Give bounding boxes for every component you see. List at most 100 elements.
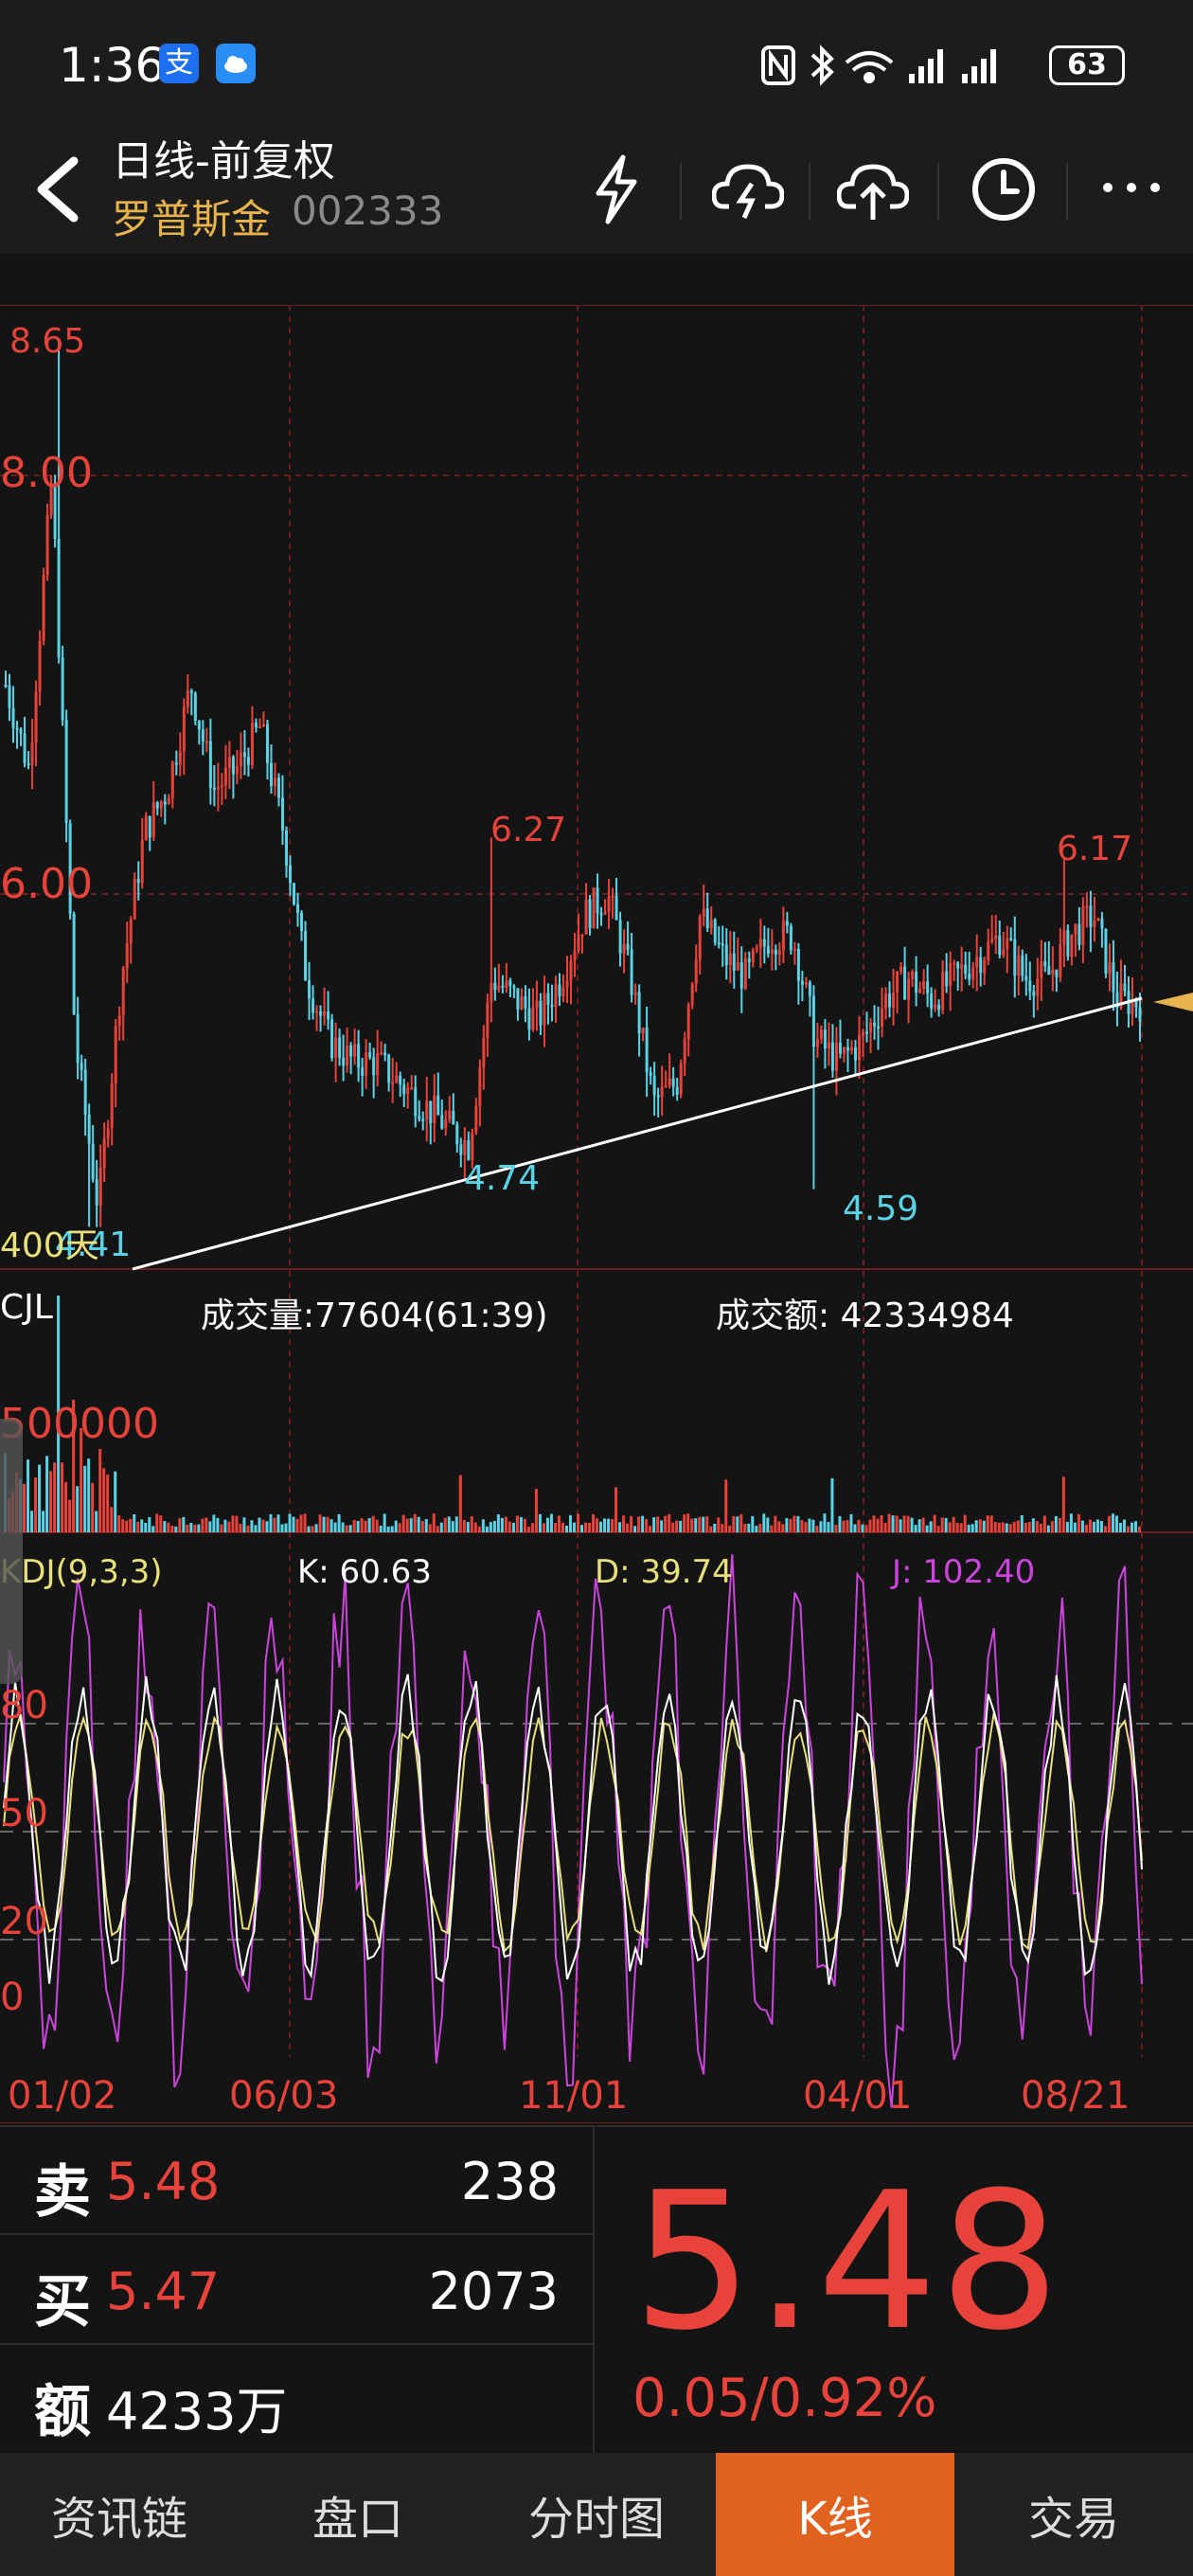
sell-price[interactable]: 5.48 — [106, 2152, 220, 2211]
candle-body — [418, 1116, 421, 1119]
candle-body — [265, 724, 269, 763]
volume-bar — [500, 1517, 504, 1532]
candle-body — [327, 1011, 330, 1020]
volume-bar — [341, 1522, 345, 1532]
candle-body — [896, 972, 899, 993]
cloud-download-icon[interactable] — [712, 157, 784, 224]
candle-body — [907, 978, 911, 1000]
clock-icon[interactable] — [968, 153, 1040, 225]
volume-bar — [167, 1522, 170, 1532]
more-icon[interactable] — [1098, 176, 1165, 199]
candle-body — [774, 949, 777, 955]
divider — [0, 2343, 593, 2345]
candle-body — [611, 895, 614, 898]
buy-price[interactable]: 5.47 — [106, 2262, 220, 2321]
candle-body — [953, 962, 956, 965]
volume-bar — [1088, 1519, 1092, 1532]
candle-body — [766, 946, 770, 954]
candle-body — [1028, 980, 1032, 992]
volume-bar — [428, 1524, 432, 1532]
volume-bar — [235, 1515, 239, 1532]
volume-bar — [208, 1521, 212, 1532]
candle-body — [395, 1075, 399, 1082]
candle-body — [815, 1039, 819, 1047]
signal-icon-1 — [909, 49, 943, 83]
tab-0[interactable]: 资讯链 — [0, 2453, 239, 2576]
volume-bar — [1001, 1522, 1005, 1532]
chart-scroll-handle[interactable] — [0, 1419, 23, 1684]
header-divider — [937, 163, 939, 220]
volume-bar — [808, 1518, 811, 1532]
candle-body — [242, 752, 246, 758]
candle-body — [930, 993, 934, 1009]
volume-bar — [276, 1514, 280, 1532]
candle-body — [414, 1087, 418, 1117]
header-divider — [1066, 163, 1068, 220]
candle-body — [342, 1057, 346, 1066]
back-arrow-icon[interactable] — [27, 152, 83, 227]
candle-body — [539, 1000, 543, 1026]
volume-bar — [955, 1522, 959, 1532]
tab-2[interactable]: 分时图 — [477, 2453, 716, 2576]
candle-body — [1066, 930, 1070, 957]
support-trend-line — [132, 996, 1143, 1271]
candle-body — [630, 949, 633, 995]
candle-body — [406, 1087, 410, 1095]
tab-1[interactable]: 盘口 — [239, 2453, 477, 2576]
candle-body — [170, 762, 174, 798]
sell-volume: 238 — [460, 2152, 559, 2211]
candle-body — [1036, 978, 1040, 996]
candle-body — [596, 887, 599, 914]
volume-bar — [789, 1519, 792, 1532]
volume-bar — [758, 1523, 762, 1532]
candle-body — [497, 985, 501, 991]
volume-bar — [568, 1514, 572, 1532]
volume-bar — [774, 1515, 777, 1532]
volume-bar — [151, 1526, 155, 1532]
volume-bar — [1111, 1513, 1114, 1532]
volume-bar — [751, 1515, 755, 1532]
volume-bar — [1061, 1476, 1065, 1532]
kdj-title: KDJ(9,3,3) — [0, 1553, 163, 1591]
volume-bar — [140, 1519, 144, 1532]
kline-chart[interactable] — [0, 305, 1193, 2123]
candle-body — [922, 981, 926, 989]
candle-body — [926, 981, 930, 993]
volume-bar — [549, 1513, 553, 1532]
volume-bar — [258, 1517, 261, 1532]
candle-body — [391, 1082, 395, 1084]
cloud-upload-icon[interactable] — [837, 157, 909, 224]
candle-body — [448, 1111, 452, 1120]
candle-body — [550, 1004, 554, 1008]
volume-bar — [721, 1524, 724, 1532]
candle-body — [781, 921, 785, 951]
candle-body — [770, 949, 774, 954]
volume-bar — [1016, 1520, 1020, 1532]
volume-bar — [223, 1519, 227, 1532]
candle-body — [679, 1063, 683, 1095]
volume-bar — [439, 1522, 443, 1532]
volume-bar — [201, 1518, 205, 1532]
candle-body — [865, 1031, 869, 1034]
x-tick-1: 01/02 — [8, 2074, 117, 2118]
volume-bar — [1122, 1519, 1126, 1532]
volume-bar — [409, 1518, 413, 1532]
candle-body — [664, 1085, 668, 1088]
candle-body — [603, 911, 607, 915]
volume-bar — [398, 1523, 401, 1532]
candle-body — [804, 982, 808, 985]
volume-bar — [307, 1526, 311, 1532]
candle-body — [1081, 906, 1085, 945]
lightning-icon[interactable] — [583, 152, 650, 227]
candle-body — [193, 692, 197, 722]
tab-4[interactable]: 交易 — [954, 2453, 1193, 2576]
candle-body — [280, 797, 284, 831]
tab-3[interactable]: K线 — [716, 2453, 954, 2576]
volume-bar — [626, 1523, 630, 1532]
candle-body — [789, 925, 792, 951]
candle-body — [964, 964, 968, 975]
volume-bar — [656, 1516, 660, 1532]
volume-bar — [777, 1521, 781, 1532]
candle-body — [459, 1144, 463, 1155]
volume-bar — [1118, 1522, 1122, 1532]
